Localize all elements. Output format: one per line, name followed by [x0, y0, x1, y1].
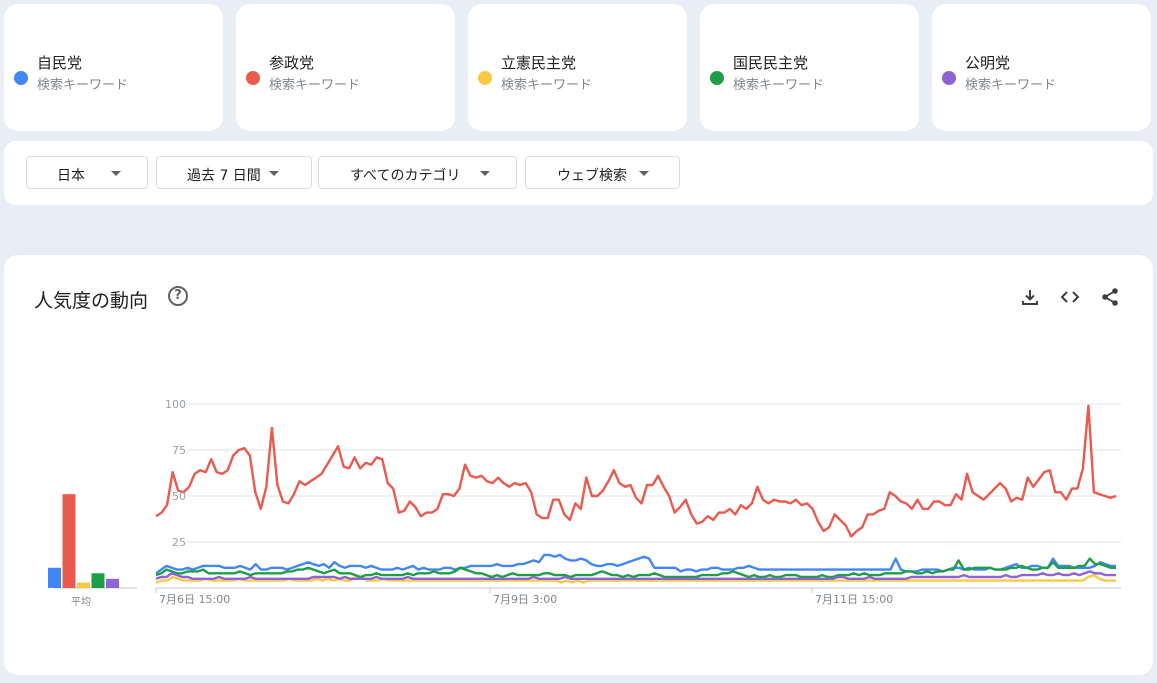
term-type: 検索キーワード: [37, 78, 129, 93]
average-bar: [48, 567, 61, 588]
average-bar: [62, 494, 76, 588]
period-value: 過去 7 日間: [187, 168, 261, 184]
caret-down-icon: [111, 171, 121, 176]
term-type: 検索キーワード: [965, 78, 1057, 93]
term-card-3[interactable]: 立憲民主党 検索キーワード: [468, 4, 687, 131]
term-card-1[interactable]: 自民党 検索キーワード: [4, 4, 223, 131]
term-card-4[interactable]: 国民民主党 検索キーワード: [700, 4, 919, 131]
term-name: 公明党: [965, 54, 1011, 72]
average-bar: [91, 573, 105, 588]
term-name: 参政党: [269, 54, 315, 72]
y-tick-label: 75: [172, 444, 186, 457]
caret-down-icon: [639, 171, 649, 176]
x-tick-label: 7月11日 15:00: [815, 593, 893, 606]
average-bar: [106, 578, 119, 588]
term-type: 検索キーワード: [501, 78, 593, 93]
average-bar: [77, 582, 90, 588]
series-line: [155, 557, 1116, 579]
term-card-2[interactable]: 参政党 検索キーワード: [236, 4, 455, 131]
term-name: 立憲民主党: [501, 54, 577, 72]
color-dot-icon: [246, 71, 260, 85]
trend-chart: 100 75 50 25 7月6日 15:00 7月9日 3:00 7月11日 15:00: [48, 398, 1121, 606]
search-type-select[interactable]: ウェブ検索: [525, 156, 680, 189]
x-tick-label: 7月6日 15:00: [159, 593, 230, 606]
region-value: 日本: [57, 168, 85, 184]
category-value: すべてのカテゴリ: [350, 168, 461, 184]
average-label: 平均: [71, 597, 91, 608]
color-dot-icon: [942, 71, 956, 85]
term-name: 自民党: [37, 54, 83, 72]
y-tick-label: 100: [165, 398, 186, 411]
term-type: 検索キーワード: [269, 78, 361, 93]
term-card-5[interactable]: 公明党 検索キーワード: [932, 4, 1151, 131]
category-select[interactable]: すべてのカテゴリ: [318, 156, 517, 189]
caret-down-icon: [269, 171, 279, 176]
color-dot-icon: [710, 71, 724, 85]
term-type: 検索キーワード: [733, 78, 825, 93]
period-select[interactable]: 過去 7 日間: [156, 156, 312, 189]
color-dot-icon: [478, 71, 492, 85]
search-type-value: ウェブ検索: [557, 168, 627, 184]
series-line: [155, 404, 1117, 538]
caret-down-icon: [480, 171, 490, 176]
y-tick-label: 25: [172, 536, 186, 549]
y-tick-label: 50: [172, 490, 186, 503]
color-dot-icon: [14, 71, 28, 85]
filter-bar: 日本 過去 7 日間 すべてのカテゴリ ウェブ検索: [4, 141, 1153, 205]
term-name: 国民民主党: [733, 54, 809, 72]
region-select[interactable]: 日本: [26, 156, 148, 189]
x-tick-label: 7月9日 3:00: [493, 593, 557, 606]
interest-over-time-panel: 人気度の動向 ? 100 75 50 25 7月6日 15:00 7月9日 3:00 7月1…: [4, 255, 1153, 675]
